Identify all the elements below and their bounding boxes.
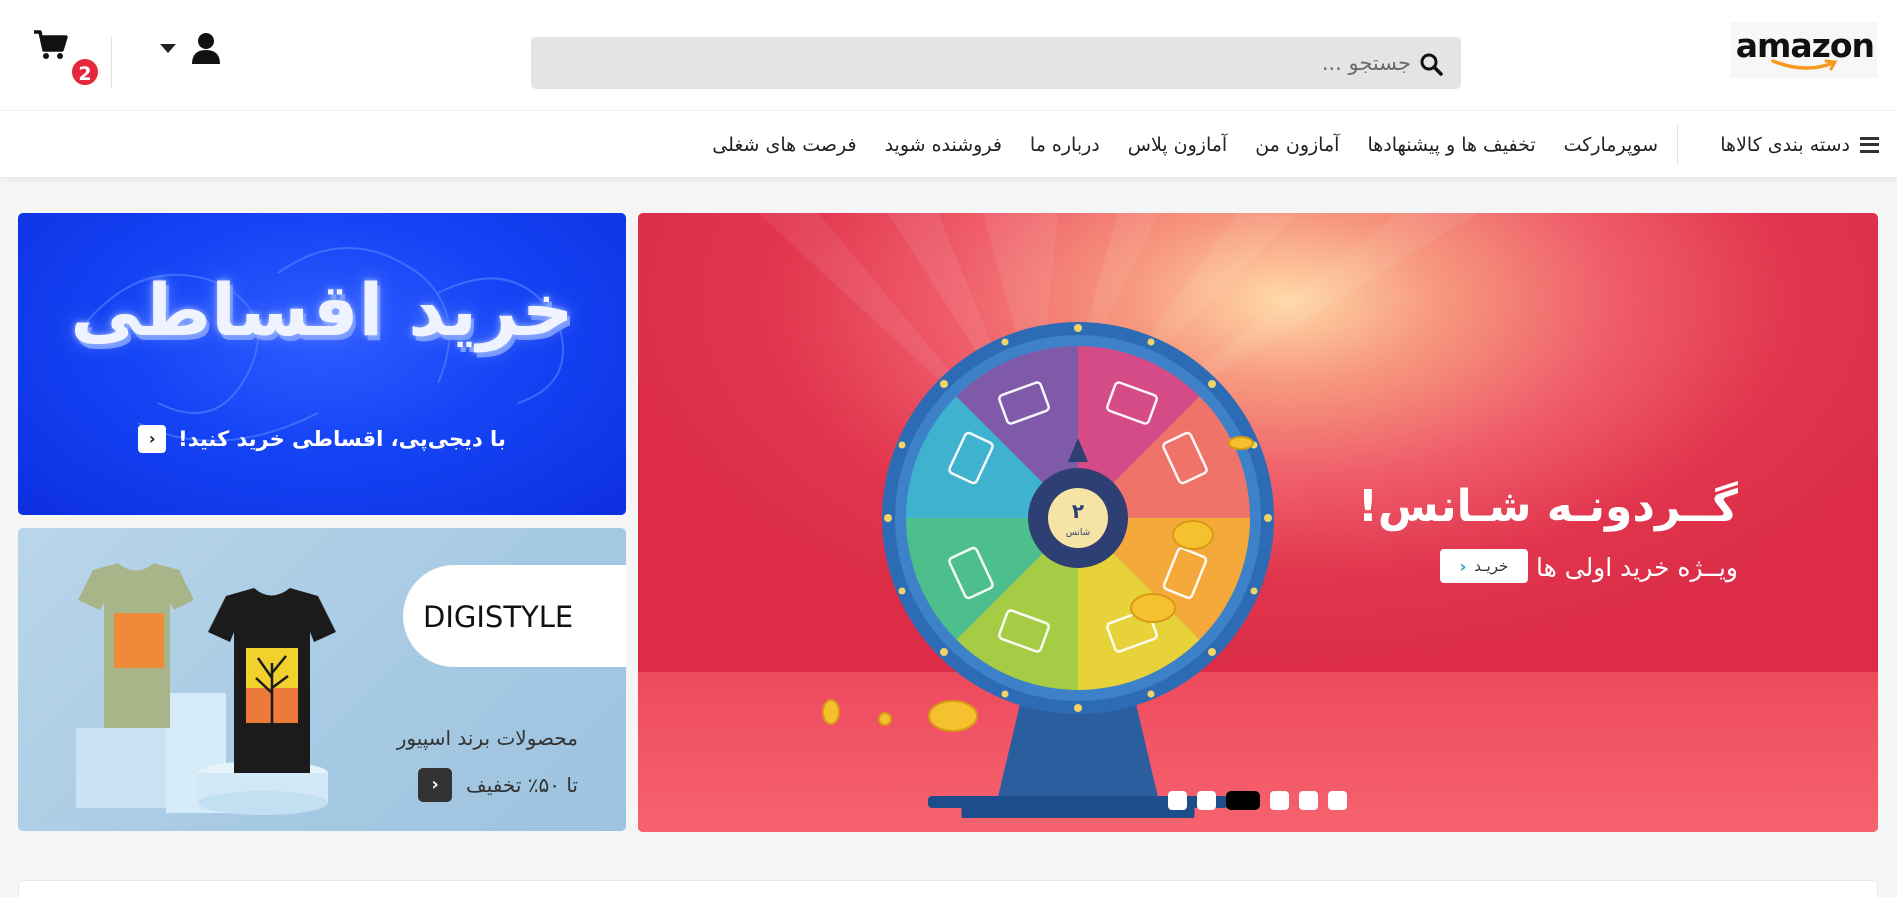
digistyle-discount: تا ۵۰٪ تخفیف <box>466 773 578 797</box>
nav-link-about[interactable]: درباره ما <box>1030 134 1100 156</box>
nav-links: سوپرمارکت تخفیف ها و پیشنهادها آمازون من… <box>712 111 1658 178</box>
nav-link-careers[interactable]: فرصت های شغلی <box>712 134 856 156</box>
carousel-dot[interactable] <box>1197 791 1216 810</box>
digistyle-products: محصولات برند اسپیور <box>396 726 578 750</box>
installment-banner[interactable]: خرید اقساطی با دیجی‌پی، اقساطی خرید کنید… <box>18 213 626 515</box>
nav-link-my-amazon[interactable]: آمازون من <box>1255 134 1339 156</box>
digistyle-banner[interactable]: DIGISTYLE محصولات برند اسپیور تا ۵۰٪ تخف… <box>18 528 626 831</box>
hero-subtitle: ویــژه خرید اولی ها <box>1535 553 1738 582</box>
chevron-left-icon[interactable]: ‹ <box>138 425 167 453</box>
carousel-dot[interactable] <box>1168 791 1187 810</box>
search-input[interactable] <box>551 37 1411 89</box>
amazon-logo[interactable]: amazon <box>1731 22 1877 78</box>
hero-title: گــردونـه شـانس! <box>1357 481 1738 532</box>
carousel-dot[interactable] <box>1299 791 1318 810</box>
caret-down-icon[interactable] <box>160 44 176 53</box>
tshirts-illustration <box>76 563 336 815</box>
user-menu[interactable] <box>160 32 222 66</box>
carousel-dot[interactable] <box>1270 791 1289 810</box>
cart-icon[interactable] <box>34 30 68 60</box>
hero-buy-label: خریـد <box>1474 557 1509 575</box>
carousel-dot-active[interactable] <box>1226 791 1260 810</box>
installment-headline: خرید اقساطی <box>70 268 575 352</box>
nav-link-become-seller[interactable]: فروشنده شوید <box>885 134 1002 156</box>
cart-button[interactable]: 2 <box>34 30 104 90</box>
hero-buy-button[interactable]: خریـد ‹ <box>1440 549 1528 583</box>
nav-divider <box>1677 125 1678 165</box>
categories-label: دسته بندی کالاها <box>1720 133 1850 156</box>
chevron-left-icon[interactable]: ‹ <box>418 768 453 802</box>
search-bar[interactable] <box>531 37 1461 89</box>
digistyle-brand: DIGISTYLE <box>423 600 574 634</box>
neon-wires-decoration <box>77 247 564 442</box>
digistyle-brand-pill: DIGISTYLE <box>403 565 626 667</box>
cart-count-badge: 2 <box>70 57 100 87</box>
content-card <box>18 880 1878 897</box>
digistyle-cta[interactable]: تا ۵۰٪ تخفیف ‹ <box>418 768 578 802</box>
carousel-dots <box>1168 791 1347 810</box>
hero-banner-lucky-wheel[interactable]: ۲ شانس گــردونـه شـانس! ویــژه خرید اولی… <box>638 213 1878 832</box>
installment-subtitle: با دیجی‌پی، اقساطی خرید کنید! <box>178 427 506 451</box>
gold-coins-decoration <box>822 436 1254 732</box>
main-nav: دسته بندی کالاها سوپرمارکت تخفیف ها و پی… <box>0 110 1897 177</box>
search-icon[interactable] <box>1419 52 1443 76</box>
nav-link-supermarket[interactable]: سوپرمارکت <box>1564 134 1658 156</box>
site-header: amazon 2 <box>0 0 1897 110</box>
carousel-dot[interactable] <box>1328 791 1347 810</box>
header-divider <box>111 36 112 88</box>
categories-menu[interactable]: دسته بندی کالاها <box>1720 111 1879 178</box>
nav-link-amazon-plus[interactable]: آمازون پلاس <box>1128 134 1227 156</box>
nav-link-deals[interactable]: تخفیف ها و پیشنهادها <box>1367 134 1535 156</box>
user-icon[interactable] <box>192 32 220 64</box>
hamburger-icon[interactable] <box>1860 136 1879 153</box>
installment-cta[interactable]: با دیجی‌پی، اقساطی خرید کنید! ‹ <box>18 425 626 453</box>
logo-smile-icon <box>1771 59 1838 71</box>
chevron-left-icon: ‹ <box>1459 556 1467 576</box>
